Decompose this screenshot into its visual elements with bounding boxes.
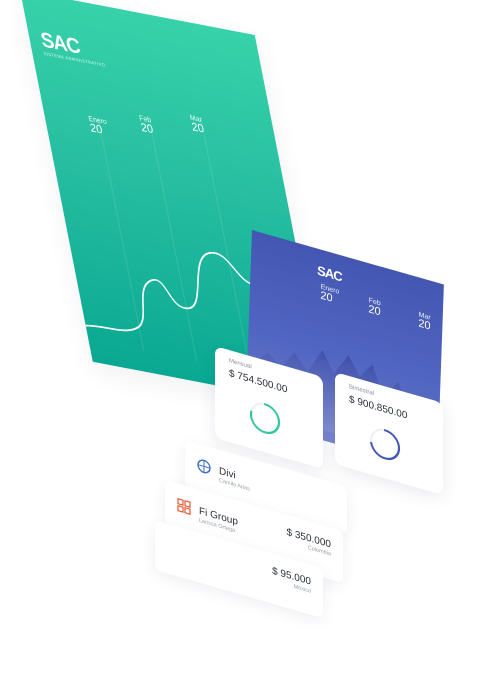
month-label-mar[interactable]: Mar 20	[418, 311, 431, 332]
month-label-enero[interactable]: Enero 20	[320, 284, 339, 307]
month-label-feb[interactable]: Feb 20	[139, 115, 155, 136]
logo-mark: SAC	[316, 262, 342, 285]
globe-icon	[197, 459, 211, 474]
grid-icon	[177, 497, 191, 515]
progress-ring	[249, 402, 281, 435]
sac-logo: SAC	[317, 263, 342, 285]
card-amount: $ 900.850.00	[349, 394, 408, 422]
sac-logo: SAC SISTEMA ADMINISTRATIVO	[39, 28, 106, 67]
card-amount: $ 754.500.00	[229, 368, 288, 396]
month-label-enero[interactable]: Enero 20	[88, 115, 110, 138]
month-label-mar[interactable]: Mar 20	[189, 114, 205, 135]
entry-amount: $ 95.000	[272, 565, 311, 588]
month-label-feb[interactable]: Feb 20	[368, 297, 381, 318]
progress-ring	[369, 428, 401, 461]
